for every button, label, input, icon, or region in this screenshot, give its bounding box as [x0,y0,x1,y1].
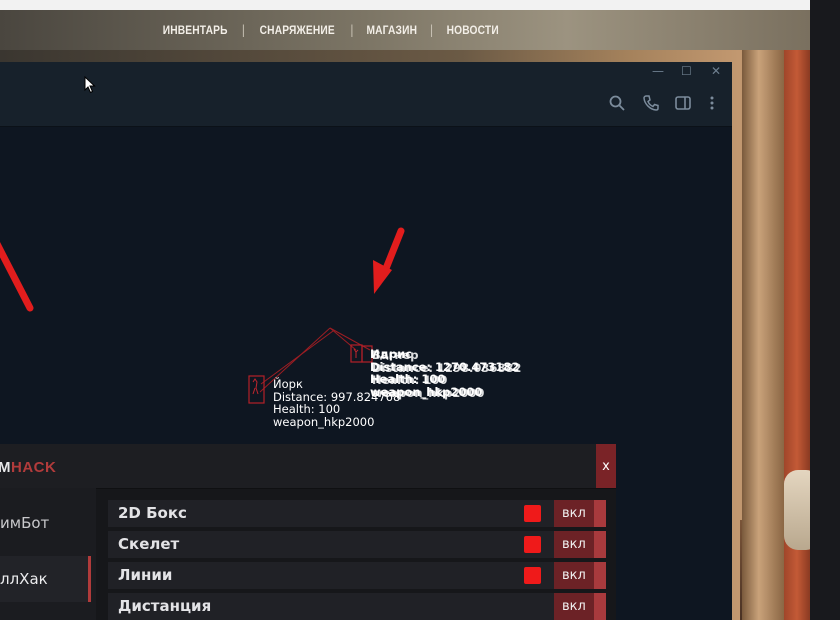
option-checkbox[interactable] [524,536,541,553]
option-label: Дистанция [118,597,212,615]
window-maximize-button[interactable]: ☐ [681,64,692,78]
esp-player-label: Вагнер Distance: 1298.036882 Health: 100 we… [372,348,522,400]
nav-item-loadout[interactable]: СНАРЯЖЕНИЕ [255,23,340,37]
search-icon[interactable] [608,94,626,112]
cheat-menu-header: МHACK x [0,444,616,489]
cheat-menu-close-button[interactable]: x [596,444,616,488]
nav-item-inventory[interactable]: ИНВЕНТАРЬ [158,23,233,37]
option-row-lines: Линии вкл [108,562,606,589]
option-label: 2D Бокс [118,504,187,522]
brand-prefix: М [0,459,11,476]
option-checkbox[interactable] [524,505,541,522]
more-vertical-icon[interactable] [703,94,721,112]
nav-separator: | [349,23,354,37]
nav-separator: | [241,23,246,37]
nav-item-store[interactable]: МАГАЗИН [361,23,422,37]
cheat-menu-sidebar: имБот ллХак [0,488,96,620]
screen-edge [810,0,840,620]
option-row-2d-box: 2D Бокс вкл [108,500,606,527]
option-label: Линии [118,566,173,584]
option-row-skeleton: Скелет вкл [108,531,606,558]
nav-item-news[interactable]: НОВОСТИ [441,23,503,37]
nav-separator: | [429,23,434,37]
option-row-distance: Дистанция вкл [108,593,606,620]
game-pillar [742,50,784,620]
tab-label: имБот [0,514,50,532]
tab-label: ллХак [0,570,48,588]
window-titlebar: — ☐ ✕ [0,62,732,84]
window-minimize-button[interactable]: — [652,64,664,78]
option-toggle-button[interactable]: вкл [554,531,606,558]
tab-wallhack[interactable]: ллХак [0,556,91,602]
game-nav-menu: ИНВЕНТАРЬ | СНАРЯЖЕНИЕ | МАГАЗИН | НОВОС… [0,10,660,50]
cheat-menu-brand: МHACK [0,459,56,476]
option-toggle-button[interactable]: вкл [554,562,606,589]
brand-accent: HACK [11,459,57,476]
phone-icon[interactable] [642,94,660,112]
mouse-cursor-icon [84,76,96,94]
cheat-menu-panel: МHACK x имБот ллХак 2D Бокс вкл Скелет в… [0,444,616,620]
tab-aimbot[interactable]: имБот [0,500,88,546]
window-close-button[interactable]: ✕ [711,64,721,78]
option-label: Скелет [118,535,180,553]
browser-strip [0,0,810,10]
option-toggle-button[interactable]: вкл [554,593,606,620]
option-checkbox[interactable] [524,567,541,584]
option-toggle-button[interactable]: вкл [554,500,606,527]
sidebar-toggle-icon[interactable] [674,94,692,112]
